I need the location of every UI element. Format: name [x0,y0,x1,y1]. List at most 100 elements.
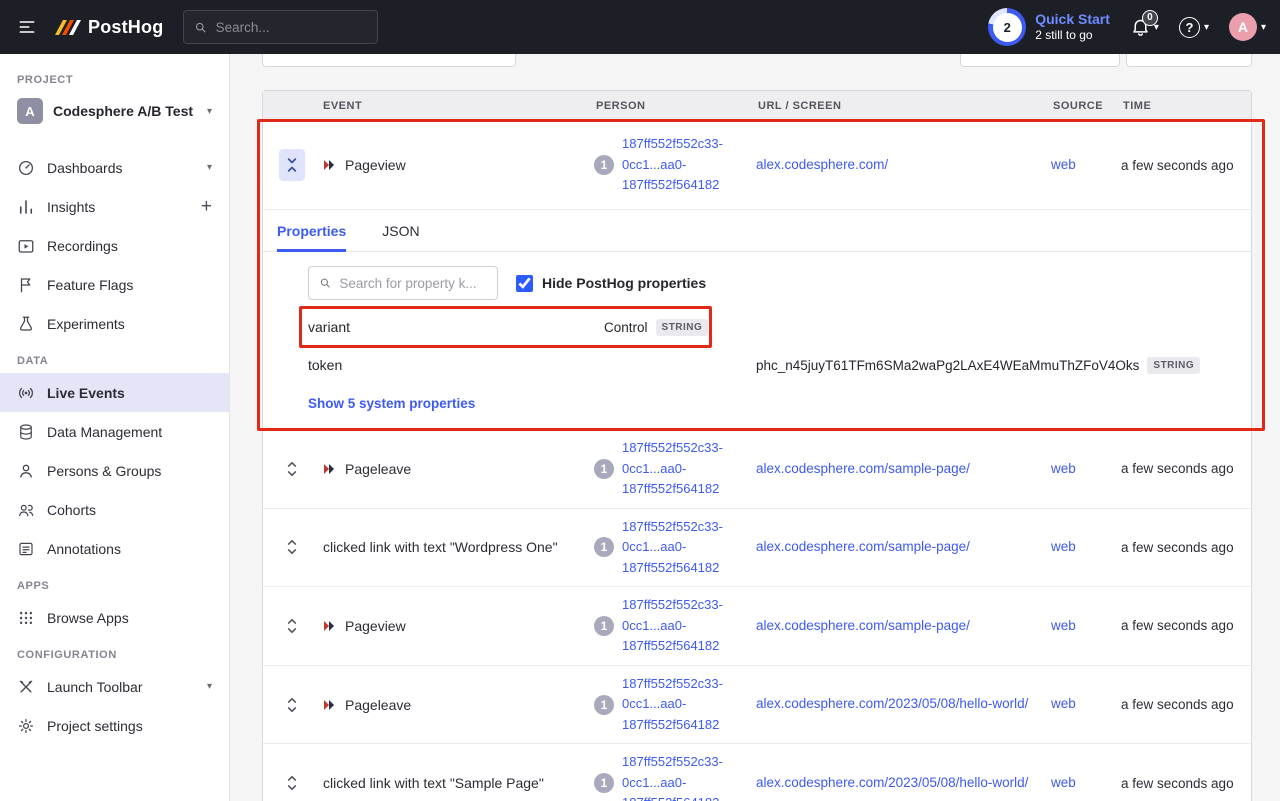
people-icon [17,501,35,519]
property-value: Control [604,319,648,335]
sidebar-item-project-settings[interactable]: Project settings [0,706,229,745]
person-link[interactable]: 187ff552f552c33-0cc1...aa0-187ff552f5641… [622,752,746,801]
person-link[interactable]: 187ff552f552c33-0cc1...aa0-187ff552f5641… [622,134,746,196]
sidebar-item-data-management[interactable]: Data Management [0,412,229,451]
global-search-input[interactable] [215,19,368,35]
property-search[interactable] [308,266,498,300]
header-url: URL / SCREEN [758,100,842,112]
url-link[interactable]: alex.codesphere.com/2023/05/08/hello-wor… [756,696,1028,711]
sidebar-item-insights[interactable]: Insights + [0,187,229,226]
source-link[interactable]: web [1051,696,1076,711]
sidebar-item-recordings[interactable]: Recordings [0,226,229,265]
account-menu[interactable]: A [1228,13,1266,41]
event-name: Pageleave [345,460,412,477]
quick-start-progress-ring: 2 [988,8,1027,46]
sidebar: PROJECT A Codesphere A/B Test Dashboards… [0,54,230,801]
app-root: PostHog 2 Quick Start 2 still to go 0 [0,0,1280,801]
sidebar-item-feature-flags[interactable]: Feature Flags [0,265,229,304]
url-link[interactable]: alex.codesphere.com/sample-page/ [756,618,970,633]
source-link[interactable]: web [1051,157,1076,172]
live-broadcast-icon [17,384,35,402]
expand-row-icon[interactable] [282,692,302,718]
collapse-row-icon[interactable] [279,149,305,181]
event-name: Pageview [345,157,406,173]
plus-icon[interactable]: + [201,197,212,216]
person-count-badge: 1 [594,458,614,479]
sidebar-item-dashboards[interactable]: Dashboards [0,148,229,187]
columns-button-partial[interactable] [1126,54,1252,67]
sidebar-item-label: Feature Flags [47,276,134,293]
person-link[interactable]: 187ff552f552c33-0cc1...aa0-187ff552f5641… [622,595,746,657]
url-link[interactable]: alex.codesphere.com/2023/05/08/hello-wor… [756,775,1028,790]
property-key: variant [308,319,351,335]
table-row: Pageview 1 187ff552f552c33-0cc1...aa0-18… [263,586,1251,665]
help-button[interactable]: ? [1178,16,1209,38]
source-link[interactable]: web [1051,539,1076,554]
database-icon [17,423,35,441]
url-link[interactable]: alex.codesphere.com/sample-page/ [756,539,970,554]
table-row: clicked link with text "Wordpress One" 1… [263,507,1251,587]
person-link[interactable]: 187ff552f552c33-0cc1...aa0-187ff552f5641… [622,438,746,500]
source-link[interactable]: web [1051,775,1076,790]
chevron-down-icon [207,681,212,692]
sidebar-item-live-events[interactable]: Live Events [0,373,229,412]
expand-row-icon[interactable] [282,770,302,796]
tab-properties[interactable]: Properties [277,210,347,252]
sidebar-item-label: Experiments [47,315,125,332]
sidebar-item-label: Data Management [47,423,163,440]
source-link[interactable]: web [1051,461,1076,476]
pageleave-event-icon [323,463,338,475]
source-link[interactable]: web [1051,618,1076,633]
notifications-button[interactable]: 0 [1130,9,1159,38]
url-link[interactable]: alex.codesphere.com/sample-page/ [756,461,970,476]
show-system-properties-link[interactable]: Show 5 system properties [308,396,475,411]
sidebar-item-label: Insights [47,198,96,215]
notifications-badge: 0 [1141,9,1158,26]
event-detail-panel: Properties JSON Hide PostHog properties [263,209,1251,429]
person-count-badge: 1 [594,773,614,794]
tab-json[interactable]: JSON [382,210,419,251]
property-type-badge: STRING [655,318,709,336]
expand-row-icon[interactable] [282,456,302,482]
quick-start-widget[interactable]: 2 Quick Start 2 still to go [988,8,1110,46]
person-count-badge: 1 [594,537,614,558]
header-time: TIME [1123,100,1152,112]
expand-row-icon[interactable] [282,534,302,560]
property-value: phc_n45juyT61TFm6SMa2waPg2LAxE4WEaMmuThZ… [756,357,1140,373]
chevron-down-icon [207,106,212,117]
logo-text: PostHog [88,16,164,37]
pageleave-event-icon [323,699,338,711]
expand-row-icon[interactable] [282,613,302,639]
event-time: a few seconds ago [1121,775,1234,791]
sidebar-item-cohorts[interactable]: Cohorts [0,490,229,529]
person-icon [17,462,35,480]
posthog-logo[interactable]: PostHog [52,15,163,39]
detail-tabs: Properties JSON [263,210,1251,252]
person-count-badge: 1 [594,155,614,175]
hide-posthog-properties-checkbox[interactable] [516,274,533,292]
chevron-down-icon [1261,22,1266,33]
global-search[interactable] [183,10,379,44]
event-time: a few seconds ago [1121,697,1234,713]
property-search-input[interactable] [339,275,487,291]
project-selector[interactable]: A Codesphere A/B Test [0,92,229,134]
sidebar-item-experiments[interactable]: Experiments [0,304,229,343]
property-type-badge: STRING [1147,356,1201,374]
sidebar-item-browse-apps[interactable]: Browse Apps [0,598,229,637]
search-icon [196,22,206,32]
person-link[interactable]: 187ff552f552c33-0cc1...aa0-187ff552f5641… [622,674,746,736]
hide-posthog-properties-toggle[interactable]: Hide PostHog properties [516,274,706,292]
main-content: EVENT PERSON URL / SCREEN SOURCE TIME Pa… [230,54,1280,801]
sidebar-item-annotations[interactable]: Annotations [0,529,229,568]
sidebar-item-persons-groups[interactable]: Persons & Groups [0,451,229,490]
sidebar-item-launch-toolbar[interactable]: Launch Toolbar [0,667,229,706]
chevron-down-icon [207,162,212,173]
event-time: a few seconds ago [1121,157,1234,173]
person-link[interactable]: 187ff552f552c33-0cc1...aa0-187ff552f5641… [622,517,746,579]
sidebar-toggle-icon[interactable] [14,14,40,40]
url-link[interactable]: alex.codesphere.com/ [756,157,888,172]
event-filter-input-partial[interactable] [262,54,516,67]
quick-start-count: 2 [992,12,1022,42]
flag-icon [17,276,35,294]
date-filter-partial[interactable] [960,54,1120,67]
